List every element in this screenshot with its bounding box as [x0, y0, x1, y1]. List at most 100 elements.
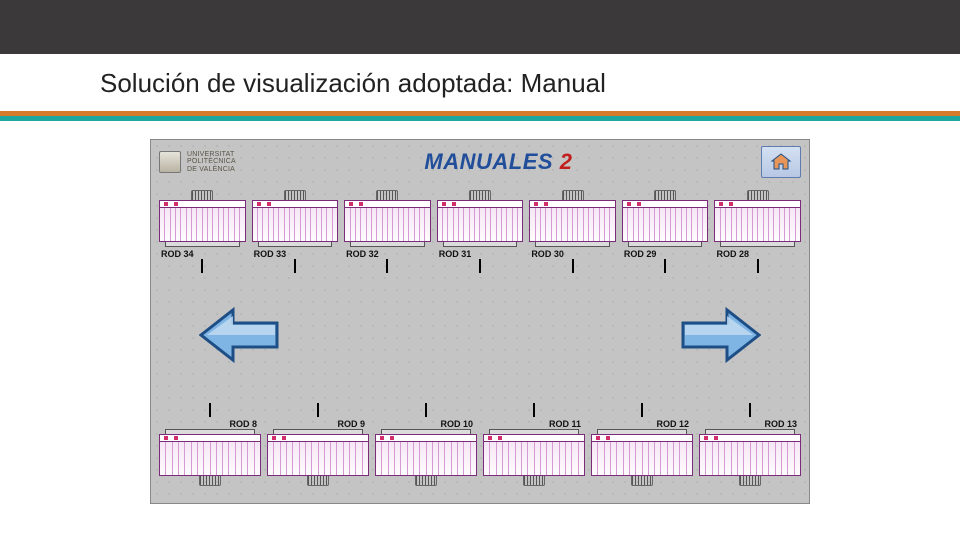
rack-slots: [715, 208, 800, 241]
rack-status-strip: [484, 435, 584, 442]
rack-status-strip: [530, 201, 615, 208]
rack-cooler-icon: [739, 476, 761, 486]
hmi-title-number: 2: [560, 149, 573, 174]
rack-row-top: ROD 34 ROD 33 ROD 32 ROD 31 ROD 30 ROD 29 ROD …: [159, 190, 801, 273]
nav-prev-button[interactable]: [199, 306, 281, 364]
rack-label: ROD 8: [227, 417, 261, 429]
rack-body: [622, 200, 709, 242]
rack-unit[interactable]: ROD 30: [529, 190, 616, 273]
rack-slots: [345, 208, 430, 241]
rack-cooler-icon: [631, 476, 653, 486]
rack-leg: [386, 259, 388, 273]
rack-body: [591, 434, 693, 476]
rack-leg: [425, 403, 427, 417]
rack-body: [375, 434, 477, 476]
rack-row-bottom: ROD 8 ROD 9 ROD 10 ROD 11 ROD 12 ROD 13: [159, 403, 801, 486]
rack-body: [159, 200, 246, 242]
rack-cooler-icon: [523, 476, 545, 486]
rack-status-strip: [345, 201, 430, 208]
rack-leg: [479, 259, 481, 273]
rack-status-strip: [160, 201, 245, 208]
rack-slots: [438, 208, 523, 241]
rack-unit[interactable]: ROD 11: [483, 403, 585, 486]
rack-leg: [664, 259, 666, 273]
hmi-screen: UNIVERSITAT POLITÈCNICA DE VALÈNCIA MANU…: [150, 139, 810, 504]
nav-next-button[interactable]: [679, 306, 761, 364]
hmi-title: MANUALES 2: [236, 149, 761, 175]
rack-unit[interactable]: ROD 8: [159, 403, 261, 486]
rack-leg: [749, 403, 751, 417]
rack-leg: [317, 403, 319, 417]
rack-unit[interactable]: ROD 13: [699, 403, 801, 486]
rack-cooler-icon: [191, 190, 213, 200]
rack-cooler-icon: [654, 190, 676, 200]
rack-label: ROD 11: [547, 417, 585, 429]
rack-body: [437, 200, 524, 242]
rack-label: ROD 10: [438, 417, 477, 429]
rack-body: [699, 434, 801, 476]
slide-title: Solución de visualización adoptada: Manu…: [0, 54, 960, 111]
rack-leg: [572, 259, 574, 273]
rack-slots: [592, 442, 692, 475]
rack-slots: [160, 208, 245, 241]
rack-unit[interactable]: ROD 10: [375, 403, 477, 486]
rack-status-strip: [438, 201, 523, 208]
home-icon: [770, 153, 792, 171]
rack-body: [714, 200, 801, 242]
logo-line: POLITÈCNICA: [187, 158, 236, 165]
rack-unit[interactable]: ROD 9: [267, 403, 369, 486]
rack-cooler-icon: [307, 476, 329, 486]
rack-status-strip: [160, 435, 260, 442]
rack-slots: [376, 442, 476, 475]
upv-logo-badge: [159, 151, 181, 173]
rack-status-strip: [376, 435, 476, 442]
rack-unit[interactable]: ROD 32: [344, 190, 431, 273]
rack-body: [344, 200, 431, 242]
rack-cooler-icon: [199, 476, 221, 486]
rack-unit[interactable]: ROD 33: [252, 190, 339, 273]
rack-leg: [209, 403, 211, 417]
rack-status-strip: [715, 201, 800, 208]
rack-slots: [623, 208, 708, 241]
rack-label: ROD 12: [654, 417, 693, 429]
rack-slots: [253, 208, 338, 241]
home-button[interactable]: [761, 146, 801, 178]
rack-body: [252, 200, 339, 242]
rack-label: ROD 33: [252, 247, 339, 259]
rack-leg: [294, 259, 296, 273]
rack-unit[interactable]: ROD 29: [622, 190, 709, 273]
rack-unit[interactable]: ROD 34: [159, 190, 246, 273]
rack-unit[interactable]: ROD 12: [591, 403, 693, 486]
rack-leg: [533, 403, 535, 417]
rack-label: ROD 34: [159, 247, 246, 259]
rack-area: ROD 34 ROD 33 ROD 32 ROD 31 ROD 30 ROD 29 ROD …: [151, 188, 809, 488]
rack-status-strip: [623, 201, 708, 208]
rack-cooler-icon: [469, 190, 491, 200]
rack-slots: [160, 442, 260, 475]
rack-slots: [530, 208, 615, 241]
arrow-left-icon: [199, 306, 281, 364]
hmi-header: UNIVERSITAT POLITÈCNICA DE VALÈNCIA MANU…: [151, 140, 809, 188]
rack-leg: [757, 259, 759, 273]
rack-slots: [268, 442, 368, 475]
rack-label: ROD 30: [529, 247, 616, 259]
rack-slots: [700, 442, 800, 475]
rack-unit[interactable]: ROD 28: [714, 190, 801, 273]
rack-label: ROD 32: [344, 247, 431, 259]
rack-cooler-icon: [284, 190, 306, 200]
rack-label: ROD 28: [714, 247, 801, 259]
rack-body: [159, 434, 261, 476]
upv-logo: UNIVERSITAT POLITÈCNICA DE VALÈNCIA: [159, 151, 236, 173]
rack-label: ROD 31: [437, 247, 524, 259]
arrow-right-icon: [679, 306, 761, 364]
rack-body: [529, 200, 616, 242]
rack-cooler-icon: [747, 190, 769, 200]
rack-label: ROD 29: [622, 247, 709, 259]
rack-body: [483, 434, 585, 476]
rack-label: ROD 13: [762, 417, 801, 429]
rack-status-strip: [700, 435, 800, 442]
rack-status-strip: [253, 201, 338, 208]
rack-unit[interactable]: ROD 31: [437, 190, 524, 273]
rack-cooler-icon: [415, 476, 437, 486]
rack-label: ROD 9: [335, 417, 369, 429]
